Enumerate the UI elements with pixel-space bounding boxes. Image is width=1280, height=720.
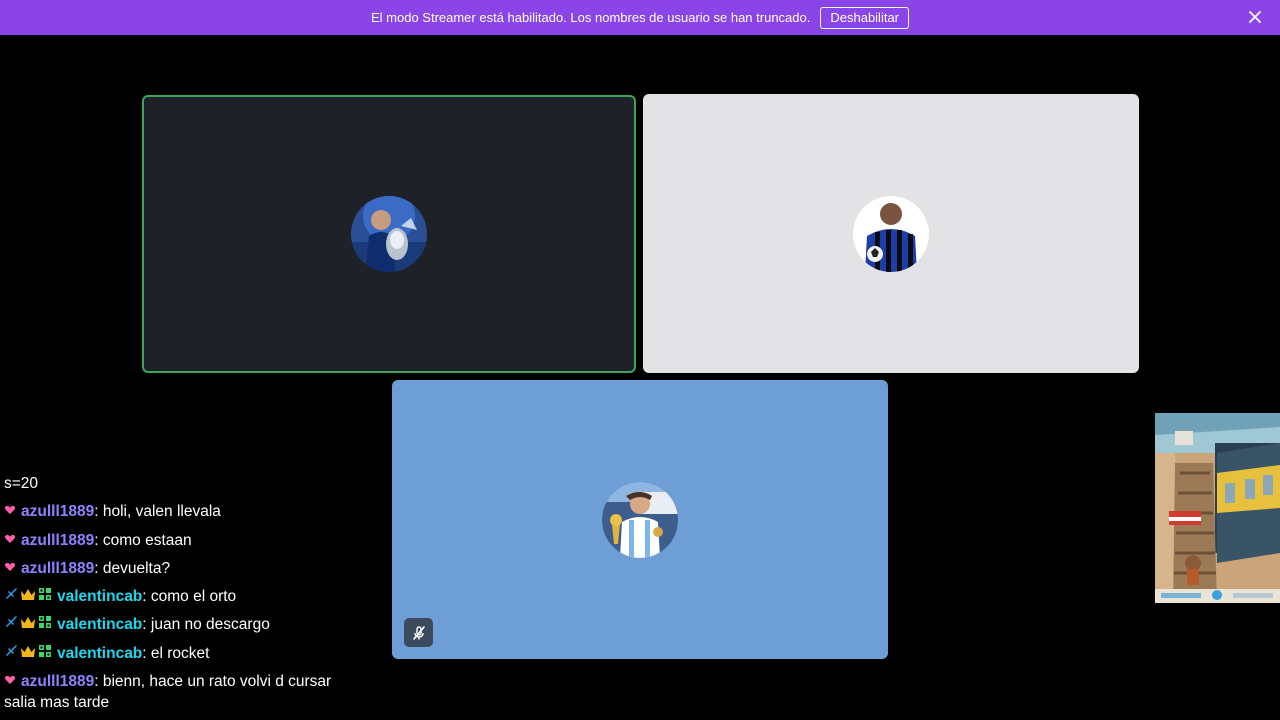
chat-message-text: : juan no descargo	[142, 616, 270, 634]
video-tile-participant-3[interactable]	[392, 380, 888, 659]
chat-message: azulll1889: devuelta?	[4, 555, 384, 583]
chat-message: valentincab: como el orto	[4, 583, 384, 611]
bits-badge-icon	[38, 611, 52, 639]
player-trophy-avatar	[351, 196, 427, 272]
streamer-mode-banner: El modo Streamer está habilitado. Los no…	[0, 0, 1280, 35]
streamer-mode-message: El modo Streamer está habilitado. Los no…	[370, 10, 811, 25]
chat-message-text: : bienn, hace un rato volvi d cursar	[94, 673, 332, 691]
chat-message-text: : devuelta?	[94, 559, 171, 577]
subway-runner-game-view	[1155, 413, 1280, 603]
chat-overlay: s=20 azulll1889: holi, valen llevala azu…	[4, 470, 384, 714]
chat-message-text: s=20	[4, 475, 39, 492]
heart-badge-icon	[4, 498, 16, 526]
microphone-muted-icon[interactable]	[404, 618, 433, 647]
chat-message-text: salia mas tarde	[4, 694, 110, 712]
chat-message: azulll1889: como estaan	[4, 527, 384, 555]
sword-badge-icon	[4, 611, 18, 639]
chat-message-text: : como estaan	[94, 531, 192, 549]
sword-badge-icon	[4, 583, 18, 611]
video-tile-participant-2[interactable]	[643, 94, 1139, 373]
heart-badge-icon	[4, 527, 16, 555]
bits-badge-icon	[38, 640, 52, 668]
chat-message: valentincab: juan no descargo	[4, 611, 384, 639]
chat-username[interactable]: valentincab	[57, 611, 142, 639]
crown-badge-icon	[20, 583, 36, 611]
crown-badge-icon	[20, 640, 36, 668]
chat-message-text: : holi, valen llevala	[94, 503, 221, 521]
chat-message-text: : como el orto	[142, 588, 237, 606]
chat-message-text: : el rocket	[142, 644, 210, 662]
chat-username[interactable]: azulll1889	[21, 555, 94, 583]
argentina-trophy-avatar	[602, 481, 678, 558]
heart-badge-icon	[4, 555, 16, 583]
close-icon[interactable]	[1246, 8, 1264, 26]
chat-username[interactable]: azulll1889	[21, 527, 94, 555]
chat-username[interactable]: valentincab	[57, 583, 142, 611]
chat-header-line: s=20	[4, 470, 384, 498]
crown-badge-icon	[20, 611, 36, 639]
bits-badge-icon	[38, 583, 52, 611]
disable-streamer-mode-button[interactable]: Deshabilitar	[820, 6, 910, 29]
video-tile-participant-1[interactable]	[142, 95, 636, 373]
blue-jersey-avatar	[853, 195, 929, 272]
chat-message: valentincab: el rocket	[4, 640, 384, 668]
chat-username[interactable]: valentincab	[57, 640, 142, 668]
chat-username[interactable]: azulll1889	[21, 498, 94, 526]
chat-message: azulll1889: holi, valen llevala	[4, 498, 384, 526]
sword-badge-icon	[4, 640, 18, 668]
